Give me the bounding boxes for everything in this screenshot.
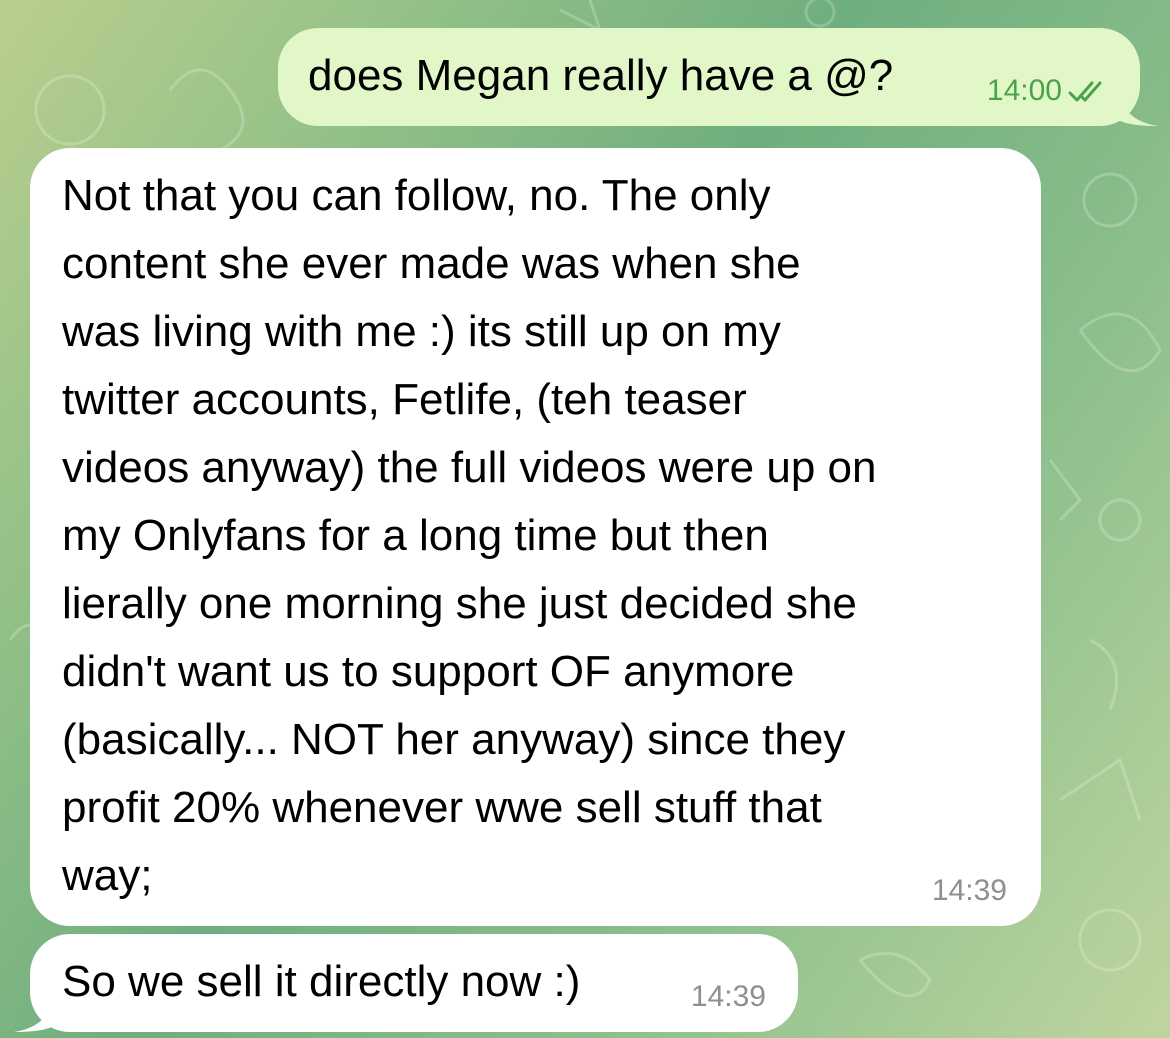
message-meta: 14:00: [987, 74, 1114, 108]
message-bubble-incoming[interactable]: Not that you can follow, no. The only co…: [30, 148, 1041, 926]
bubble-tail: [14, 992, 54, 1032]
message-time: 14:39: [931, 874, 1007, 907]
message-text: So we sell it directly now :): [62, 957, 581, 1006]
message-text: Not that you can follow, no. The only co…: [62, 171, 877, 900]
message-meta: 14:39: [691, 980, 766, 1014]
message-bubble-incoming[interactable]: So we sell it directly now :) 14:39: [14, 934, 798, 1032]
double-check-icon: [1068, 81, 1102, 102]
message-meta: 14:39: [932, 874, 1007, 908]
message-bubble-outgoing[interactable]: does Megan really have a @? 14:00: [278, 28, 1158, 126]
message-time: 14:39: [690, 980, 766, 1013]
bubble-tail: [1118, 86, 1158, 126]
message-time: 14:00: [986, 74, 1062, 107]
